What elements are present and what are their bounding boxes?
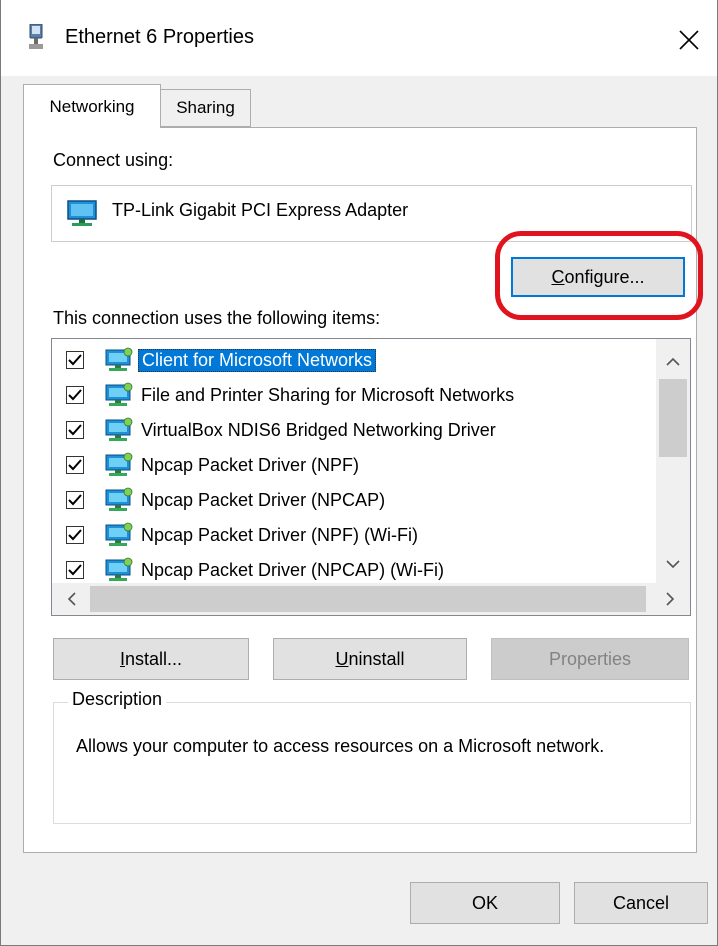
connect-using-label: Connect using: <box>53 150 174 170</box>
scroll-down-button[interactable] <box>656 547 690 581</box>
uninstall-button[interactable]: Uninstall <box>273 638 467 680</box>
tab-networking[interactable]: Networking <box>23 84 161 128</box>
scroll-right-button[interactable] <box>650 583 690 615</box>
network-adapter-icon <box>66 198 98 233</box>
item-checkbox[interactable] <box>66 561 84 579</box>
cancel-button-label: Cancel <box>612 892 670 913</box>
network-service-icon <box>104 521 134 554</box>
item-label: Npcap Packet Driver (NPF) <box>141 454 360 475</box>
list-item[interactable]: Npcap Packet Driver (NPCAP) <box>52 483 652 517</box>
item-checkbox[interactable] <box>66 491 84 509</box>
list-item[interactable]: File and Printer Sharing for Microsoft N… <box>52 378 652 412</box>
checkmark-icon <box>68 389 82 401</box>
scroll-left-button[interactable] <box>54 583 90 615</box>
chevron-right-icon <box>666 592 675 606</box>
network-service-icon <box>104 381 134 414</box>
item-label: File and Printer Sharing for Microsoft N… <box>141 384 515 405</box>
close-button[interactable] <box>669 20 709 60</box>
chevron-up-icon <box>666 357 680 366</box>
item-checkbox[interactable] <box>66 386 84 404</box>
vertical-scrollbar[interactable] <box>656 339 690 583</box>
properties-button: Properties <box>491 638 689 680</box>
list-item[interactable]: Client for Microsoft Networks <box>52 343 652 377</box>
uninstall-button-label: Uninstall <box>335 648 405 669</box>
item-label: Npcap Packet Driver (NPCAP) (Wi-Fi) <box>141 559 445 580</box>
item-checkbox[interactable] <box>66 421 84 439</box>
list-item[interactable]: Npcap Packet Driver (NPF) <box>52 448 652 482</box>
list-item[interactable]: Npcap Packet Driver (NPCAP) (Wi-Fi) <box>52 553 652 587</box>
network-adapter-icon <box>27 23 45 52</box>
cancel-button[interactable]: Cancel <box>574 882 708 924</box>
tab-sharing[interactable]: Sharing <box>161 89 251 127</box>
scroll-up-button[interactable] <box>656 345 690 379</box>
configure-button-label: Configure... <box>551 266 645 287</box>
checkmark-icon <box>68 564 82 576</box>
horizontal-scroll-thumb[interactable] <box>90 586 646 612</box>
item-checkbox[interactable] <box>66 526 84 544</box>
network-service-icon <box>104 416 134 449</box>
description-text: Allows your computer to access resources… <box>76 736 605 756</box>
configure-label-rest: onfigure... <box>564 266 645 287</box>
title-bar: Ethernet 6 Properties <box>1 0 717 76</box>
item-checkbox[interactable] <box>66 456 84 474</box>
ok-button[interactable]: OK <box>410 882 560 924</box>
horizontal-scrollbar[interactable] <box>52 583 690 615</box>
configure-button[interactable]: Configure... <box>511 257 685 297</box>
tab-networking-label: Networking <box>49 96 135 116</box>
item-label: Npcap Packet Driver (NPCAP) <box>141 489 386 510</box>
items-label: This connection uses the following items… <box>53 308 381 328</box>
list-item[interactable]: Npcap Packet Driver (NPF) (Wi-Fi) <box>52 518 652 552</box>
install-button-label: Install... <box>119 648 183 669</box>
network-service-icon <box>104 451 134 484</box>
item-label: VirtualBox NDIS6 Bridged Networking Driv… <box>141 419 496 440</box>
description-label: Description <box>68 689 167 710</box>
items-list[interactable]: Client for Microsoft Networks File and Pr… <box>51 338 691 616</box>
network-client-icon <box>104 346 134 379</box>
properties-button-label: Properties <box>548 648 632 669</box>
ok-button-label: OK <box>471 892 498 913</box>
close-icon <box>679 30 699 50</box>
chevron-left-icon <box>67 592 76 606</box>
checkmark-icon <box>68 424 82 436</box>
description-group: Description Allows your computer to acce… <box>53 689 691 824</box>
window-title: Ethernet 6 Properties <box>65 26 254 48</box>
chevron-down-icon <box>666 560 680 569</box>
network-service-icon <box>104 486 134 519</box>
properties-dialog: Ethernet 6 Properties Networking Sharing… <box>0 0 718 946</box>
adapter-field: TP-Link Gigabit PCI Express Adapter <box>51 185 692 242</box>
vertical-scroll-thumb[interactable] <box>659 379 687 457</box>
item-label: Client for Microsoft Networks <box>138 348 377 372</box>
list-item[interactable]: VirtualBox NDIS6 Bridged Networking Driv… <box>52 413 652 447</box>
checkmark-icon <box>68 494 82 506</box>
item-label: Npcap Packet Driver (NPF) (Wi-Fi) <box>141 524 419 545</box>
tab-sharing-label: Sharing <box>176 98 235 117</box>
install-button[interactable]: Install... <box>53 638 249 680</box>
adapter-name: TP-Link Gigabit PCI Express Adapter <box>112 200 409 220</box>
checkmark-icon <box>68 529 82 541</box>
checkmark-icon <box>68 354 82 366</box>
checkmark-icon <box>68 459 82 471</box>
item-checkbox[interactable] <box>66 351 84 369</box>
